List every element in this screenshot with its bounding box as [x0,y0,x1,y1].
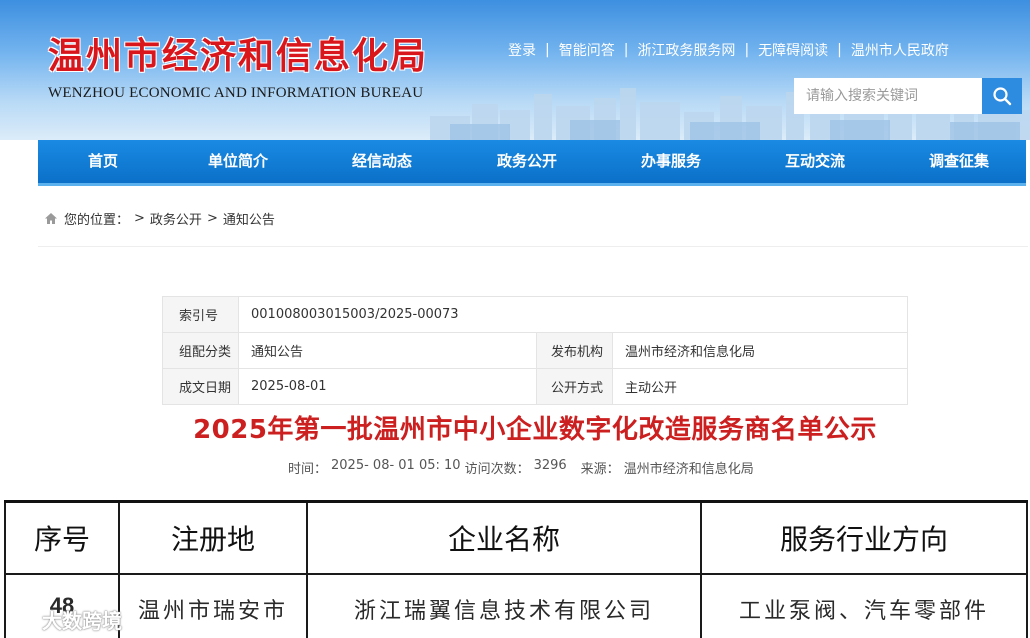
main-nav: 首页 单位简介 经信动态 政务公开 办事服务 互动交流 调查征集 [38,140,1026,186]
search-button[interactable] [982,78,1022,114]
breadcrumb-separator: > [134,210,145,226]
cell-industry: 工业泵阀、汽车零部件 [700,572,1028,638]
meta-category-value: 通知公告 [238,332,537,369]
meta-publisher-value: 温州市经济和信息化局 [612,332,908,369]
link-separator: | [623,42,629,58]
cell-location: 温州市瑞安市 [118,572,308,638]
meta-index-value: 001008003015003/2025-00073 [238,296,908,333]
header-industry: 服务行业方向 [700,500,1028,575]
nav-item-survey[interactable]: 调查征集 [929,140,989,183]
meta-publisher-label: 发布机构 [536,332,613,369]
meta-index-label: 索引号 [162,296,239,333]
link-separator: | [744,42,750,58]
wenzhou-gov-link[interactable]: 温州市人民政府 [851,40,949,60]
header-index: 序号 [4,500,120,575]
views-label: 访问次数： [464,462,530,477]
search-input[interactable] [794,78,982,114]
home-icon [44,212,58,225]
breadcrumb-notices[interactable]: 通知公告 [223,209,275,228]
breadcrumb-gov-affairs[interactable]: 政务公开 [150,209,202,228]
accessibility-link[interactable]: 无障碍阅读 [758,40,828,60]
meta-open-label: 公开方式 [536,368,613,405]
article-meta-table: 索引号 001008003015003/2025-00073 组配分类 通知公告… [162,296,908,405]
smart-qa-link[interactable]: 智能问答 [559,40,615,60]
nav-item-interaction[interactable]: 互动交流 [785,140,845,183]
header-location: 注册地 [118,500,308,575]
nav-item-about[interactable]: 单位简介 [208,140,268,183]
cell-company: 浙江瑞翼信息技术有限公司 [306,572,702,638]
source-label: 来源： [580,462,620,477]
views-value: 3296 [533,458,567,473]
watermark: 大数跨境 [8,606,122,633]
provider-list-table: 序号 注册地 企业名称 服务行业方向 48 温州市瑞安市 浙江瑞翼信息技术有限公… [4,500,1028,638]
top-links: 登录 | 智能问答 | 浙江政务服务网 | 无障碍阅读 | 温州市人民政府 [508,40,949,60]
wechat-icon [8,609,37,629]
nav-item-news[interactable]: 经信动态 [352,140,412,183]
search-icon [993,87,1012,106]
table-header-row: 序号 注册地 企业名称 服务行业方向 [4,500,1028,575]
time-value: 2025- 08- 01 05: 10 [331,458,461,473]
header-company: 企业名称 [306,500,702,575]
breadcrumb-separator: > [206,210,218,226]
zhejiang-gov-service-link[interactable]: 浙江政务服务网 [637,40,735,60]
time-label: 时间： [288,462,328,477]
login-link[interactable]: 登录 [508,40,536,60]
meta-date-value: 2025-08-01 [238,368,537,405]
site-logo-english: WENZHOU ECONOMIC AND INFORMATION BUREAU [48,85,424,101]
meta-category-label: 组配分类 [162,332,239,369]
site-logo-chinese[interactable]: 温州市经济和信息化局 [48,34,428,78]
nav-item-gov-affairs[interactable]: 政务公开 [497,140,557,183]
site-header: 温州市经济和信息化局 WENZHOU ECONOMIC AND INFORMAT… [0,0,1030,140]
source-value: 温州市经济和信息化局 [623,462,754,477]
meta-date-label: 成文日期 [162,368,239,405]
breadcrumb-label: 您的位置： [64,212,130,228]
watermark-text: 大数跨境 [42,608,122,633]
link-separator: | [545,42,550,58]
table-row: 48 温州市瑞安市 浙江瑞翼信息技术有限公司 工业泵阀、汽车零部件 [4,572,1028,638]
nav-item-services[interactable]: 办事服务 [641,140,701,183]
meta-open-value: 主动公开 [612,368,908,405]
link-separator: | [837,42,842,58]
article-title: 2025年第一批温州市中小企业数字化改造服务商名单公示 [193,415,877,445]
breadcrumb: 您的位置： > 政务公开 > 通知公告 [44,208,275,228]
article-info-line: 时间： 2025- 08- 01 05: 10 访问次数： 3296 来源： 温… [288,458,758,477]
nav-item-home[interactable]: 首页 [88,140,118,183]
